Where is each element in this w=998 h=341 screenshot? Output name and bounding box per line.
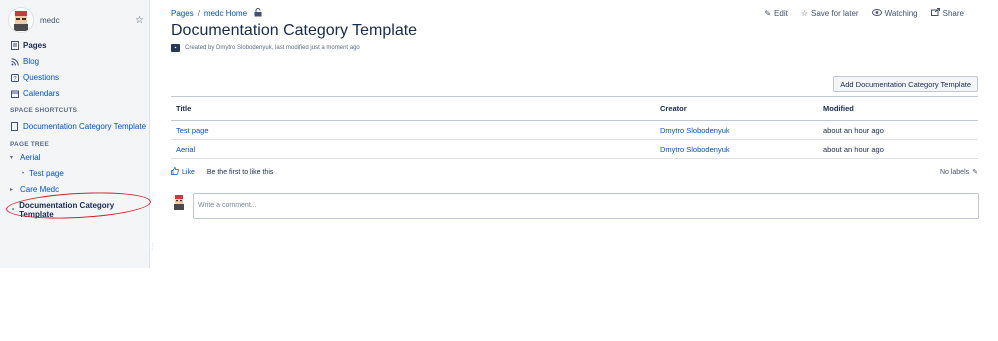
like-bar: Like Be the first to like this [171,167,273,177]
add-documentation-category-template-button[interactable]: Add Documentation Category Template [833,76,978,92]
column-header-title[interactable]: Title [171,104,656,113]
tree-item-care-medc[interactable]: ▸ Care Medc [10,185,59,194]
user-avatar [172,194,186,210]
share-icon [930,8,940,18]
star-outline-icon: ☆ [800,8,808,18]
collapse-arrow-icon[interactable]: ▾ [10,154,16,161]
table-row: Test page Dmytro Slobodenyuk about an ho… [171,121,978,140]
sidebar: medc ☆ Pages Blog ? Questions Calendars … [0,0,152,268]
calendar-icon [10,89,19,98]
expand-arrow-icon[interactable]: ▸ [10,186,16,193]
breadcrumb-medc-home[interactable]: medc Home [204,9,247,18]
save-for-later-label: Save for later [811,8,859,18]
sidebar-item-label: Calendars [23,89,60,98]
comment-input[interactable]: Write a comment... [193,193,979,219]
sidebar-item-label: Pages [23,41,47,50]
sidebar-item-label: Questions [23,73,60,82]
avatar-icon [174,195,184,210]
like-label: Like [182,168,195,176]
table-row: Aerial Dmytro Slobodenyuk about an hour … [171,140,978,159]
rss-icon [10,57,19,66]
edit-label: Edit [774,8,788,18]
tree-item-label: Test page [29,169,64,178]
sidebar-item-label: Blog [23,57,40,66]
page-metadata-icon[interactable]: ▪ [171,44,180,52]
unlock-icon[interactable] [254,8,262,19]
pencil-icon: ✎ [764,8,772,18]
children-table: Title Creator Modified Test page Dmytro … [171,96,978,159]
share-label: Share [942,8,964,18]
column-header-modified[interactable]: Modified [817,104,978,113]
byline-text: Created by Dmytro Slobodenyuk, last modi… [185,45,360,51]
watching-label: Watching [884,8,918,18]
sidebar-item-questions[interactable]: ? Questions [10,73,59,82]
page-title: Documentation Category Template [171,22,418,39]
save-for-later-button[interactable]: ☆ Save for later [801,8,859,18]
sidebar-resize-handle[interactable]: · · · [151,240,153,253]
column-header-creator[interactable]: Creator [656,104,817,113]
space-name[interactable]: medc [40,16,60,25]
page-actions: ✎ Edit ☆ Save for later Watching Share [751,8,964,18]
page-byline: ▪ Created by Dmytro Slobodenyuk, last mo… [171,44,360,52]
avatar-icon [14,11,28,31]
sidebar-item-calendars[interactable]: Calendars [10,89,59,98]
sidebar-item-pages[interactable]: Pages [10,41,47,50]
tree-item-test-page[interactable]: • Test page [22,169,64,178]
eye-icon [871,8,882,18]
breadcrumb-separator: / [197,9,200,18]
sidebar-item-blog[interactable]: Blog [10,57,39,66]
watching-button[interactable]: Watching [871,8,918,18]
pages-icon [10,41,19,50]
row-modified: about an hour ago [823,144,884,154]
row-title-link[interactable]: Test page [171,126,656,135]
bullet-icon: • [22,170,25,177]
row-creator-link[interactable]: Dmytro Slobodenyuk [656,126,817,135]
edit-labels-pencil-icon[interactable]: ✎ [972,168,978,176]
like-button[interactable]: Like [171,167,195,177]
edit-button[interactable]: ✎ Edit [764,8,788,18]
labels-area[interactable]: No labels ✎ [939,168,978,177]
thumbs-up-icon [171,167,179,177]
tree-item-label: Aerial [20,153,41,162]
breadcrumb-pages[interactable]: Pages [171,9,194,18]
star-icon[interactable]: ☆ [135,15,144,26]
row-modified: about an hour ago [823,125,884,135]
breadcrumb: Pages / medc Home [171,8,262,19]
space-avatar[interactable] [8,7,34,33]
tree-item-aerial[interactable]: ▾ Aerial [10,153,40,162]
tree-item-label: Care Medc [20,185,60,194]
page-tree-heading: PAGE TREE [10,141,49,148]
share-button[interactable]: Share [930,8,964,18]
table-header-row: Title Creator Modified [171,97,978,121]
question-icon: ? [10,73,19,82]
like-status-text: Be the first to like this [206,168,274,176]
shortcut-item[interactable]: Documentation Category Template [10,122,146,131]
no-labels-text: No labels [939,168,970,176]
space-shortcuts-heading: SPACE SHORTCUTS [10,107,78,114]
row-title-link[interactable]: Aerial [171,145,656,154]
page-icon [10,122,19,131]
space-header[interactable]: medc ☆ [8,7,146,33]
shortcut-label: Documentation Category Template [23,122,147,131]
row-creator-link[interactable]: Dmytro Slobodenyuk [656,145,817,154]
